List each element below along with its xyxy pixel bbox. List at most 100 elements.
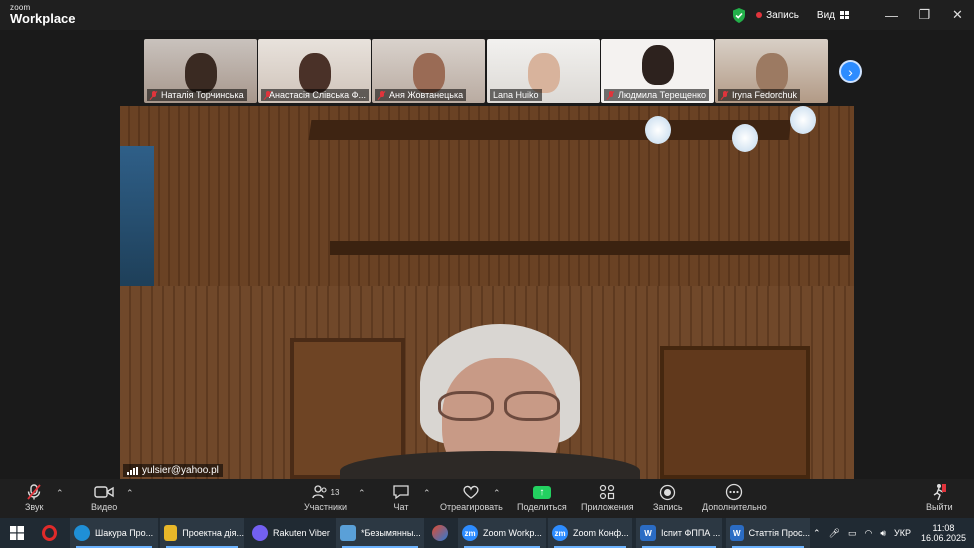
- participant-name-tag: Lana Huiko: [490, 89, 542, 101]
- clock[interactable]: 11:08 16.06.2025: [921, 523, 966, 544]
- show-hidden-chevron-icon[interactable]: ⌃: [813, 528, 821, 539]
- zoom-meeting-window: zoom Workplace Запись Вид — ❐ ✕ Наталія …: [0, 0, 974, 548]
- taskbar-item-label: Проектна дія...: [182, 528, 244, 538]
- share-arrow-icon: ↑: [532, 485, 551, 499]
- taskbar-item-label: Шакура Про...: [95, 528, 154, 538]
- mic-muted-icon: [721, 90, 729, 100]
- clock-time: 11:08: [932, 522, 955, 533]
- door: [660, 346, 810, 479]
- volume-icon[interactable]: 🔊︎: [880, 528, 886, 539]
- leave-button[interactable]: Выйти: [926, 482, 953, 512]
- participant-name: Наталія Торчинська: [161, 90, 244, 100]
- participant-strip: Наталія Торчинська Анастасія Слівська Ф.…: [0, 30, 974, 106]
- word-icon: W: [730, 525, 744, 541]
- participant-face: [755, 53, 788, 93]
- taskbar-item[interactable]: zm Zoom Конф...: [548, 518, 632, 548]
- participant-tile[interactable]: Наталія Торчинська: [144, 39, 257, 103]
- minimize-button[interactable]: —: [875, 0, 908, 30]
- heart-icon: [463, 485, 479, 499]
- active-speaker-video[interactable]: yulsier@yahoo.pl: [120, 106, 854, 479]
- taskbar-item-label: Zoom Workp...: [483, 528, 542, 538]
- close-button[interactable]: ✕: [941, 0, 974, 30]
- record-button[interactable]: Запись: [653, 482, 683, 512]
- record-icon: [660, 484, 676, 500]
- react-label: Отреагировать: [440, 502, 503, 512]
- chat-button[interactable]: Чат: [392, 482, 410, 512]
- next-page-chevron-icon[interactable]: ›: [839, 60, 862, 83]
- video-label: Видео: [91, 502, 118, 512]
- participant-name-tag: Наталія Торчинська: [147, 89, 247, 101]
- video-button[interactable]: Видео: [91, 482, 117, 512]
- share-button[interactable]: ↑ Поделиться: [517, 482, 567, 512]
- chat-bubble-icon: [393, 485, 409, 500]
- more-label: Дополнительно: [702, 502, 767, 512]
- start-button[interactable]: [4, 518, 30, 548]
- participant-name: Аня Жовтанецька: [389, 90, 464, 100]
- taskbar-item-label: Rakuten Viber: [273, 528, 330, 538]
- taskbar-app[interactable]: [428, 518, 454, 548]
- chat-options-caret-icon[interactable]: ⌃: [423, 488, 431, 499]
- participants-count: 13: [330, 487, 340, 497]
- taskbar-item[interactable]: Rakuten Viber: [248, 518, 332, 548]
- taskbar-opera[interactable]: [38, 518, 66, 548]
- participant-face: [298, 53, 331, 93]
- speaker-name: yulsier@yahoo.pl: [142, 465, 219, 476]
- view-button[interactable]: Вид: [817, 10, 849, 21]
- video-options-caret-icon[interactable]: ⌃: [126, 488, 134, 499]
- speaker-glasses: [438, 391, 566, 423]
- recording-indicator[interactable]: Запись: [756, 10, 799, 21]
- restore-button[interactable]: ❐: [908, 0, 941, 30]
- participant-tile[interactable]: Анастасія Слівська Ф...: [258, 39, 371, 103]
- audio-button[interactable]: Звук: [25, 482, 43, 512]
- folder-icon: [164, 525, 178, 541]
- audio-label: Звук: [25, 502, 44, 512]
- language-indicator[interactable]: УКР: [894, 528, 911, 538]
- participants-button[interactable]: 13 Участники: [304, 482, 347, 512]
- leave-exit-icon: [933, 484, 947, 501]
- record-label: Запись: [653, 502, 683, 512]
- participant-face: [412, 53, 445, 93]
- participant-name-tag: Людмила Терещенко: [604, 89, 710, 101]
- battery-icon[interactable]: ▭: [848, 528, 857, 539]
- taskbar-item[interactable]: zm Zoom Workp...: [458, 518, 546, 548]
- participant-name: Iryna Fedorchuk: [732, 90, 798, 100]
- logo-line2: Workplace: [10, 11, 76, 26]
- mic-muted-icon: [378, 90, 386, 100]
- audio-options-caret-icon[interactable]: ⌃: [56, 488, 64, 499]
- recording-label: Запись: [766, 9, 799, 21]
- participant-name: Lana Huiko: [493, 90, 539, 100]
- react-options-caret-icon[interactable]: ⌃: [493, 488, 501, 499]
- wifi-icon[interactable]: ◠: [864, 528, 872, 539]
- participants-options-caret-icon[interactable]: ⌃: [358, 488, 366, 499]
- taskbar-item[interactable]: Проектна дія...: [160, 518, 244, 548]
- apps-button[interactable]: Приложения: [581, 482, 634, 512]
- apps-label: Приложения: [581, 502, 634, 512]
- participant-name: Людмила Терещенко: [618, 90, 707, 100]
- taskbar-item[interactable]: W Іспит ФППА ...: [636, 518, 722, 548]
- share-label: Поделиться: [517, 502, 567, 512]
- participant-tile[interactable]: Людмила Терещенко: [601, 39, 714, 103]
- app-icon: [432, 525, 448, 541]
- participant-tile[interactable]: Iryna Fedorchuk: [715, 39, 828, 103]
- zoom-icon: zm: [552, 525, 568, 541]
- taskbar-item-label: Zoom Конф...: [573, 528, 629, 538]
- participant-name-tag: Аня Жовтанецька: [375, 89, 467, 101]
- word-icon: W: [640, 525, 656, 541]
- participant-tile[interactable]: Lana Huiko: [487, 39, 600, 103]
- taskbar-item[interactable]: W Статтія Прос...: [726, 518, 810, 548]
- more-button[interactable]: Дополнительно: [702, 482, 767, 512]
- taskbar-item[interactable]: Шакура Про...: [70, 518, 158, 548]
- participant-tile[interactable]: Аня Жовтанецька: [372, 39, 485, 103]
- microphone-icon[interactable]: 🎤︎: [829, 528, 840, 539]
- grid-icon: [840, 11, 849, 19]
- signal-strength-icon: [127, 466, 138, 475]
- lamp: [790, 106, 816, 134]
- view-label: Вид: [816, 9, 835, 21]
- ceiling-beam: [308, 120, 792, 140]
- security-shield-icon[interactable]: [732, 7, 746, 23]
- system-tray: ⌃ 🎤︎ ▭ ◠ 🔊︎ УКР 11:08 16.06.2025: [813, 518, 974, 548]
- zoom-logo: zoom Workplace: [10, 4, 76, 26]
- mic-muted-icon: [27, 484, 41, 500]
- taskbar-item[interactable]: *Безымянны...: [336, 518, 424, 548]
- speaker-name-tag: yulsier@yahoo.pl: [123, 464, 223, 477]
